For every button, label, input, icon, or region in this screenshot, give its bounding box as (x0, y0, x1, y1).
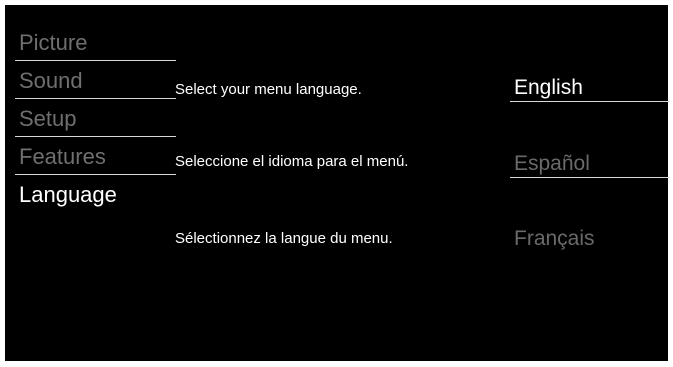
language-option-english[interactable]: English (510, 74, 670, 102)
menu-item-label: Sound (19, 68, 83, 93)
prompt-french: Sélectionnez la langue du menu. (175, 230, 393, 247)
menu-item-features[interactable]: Features (15, 139, 176, 175)
menu-item-label: Features (19, 144, 106, 169)
menu-item-picture[interactable]: Picture (15, 25, 176, 61)
menu-item-label: Setup (19, 106, 77, 131)
language-option-label: Français (514, 227, 595, 250)
language-option-spanish[interactable]: Español (510, 150, 670, 178)
language-option-label: English (514, 76, 583, 99)
prompt-spanish: Seleccione el idioma para el menú. (175, 153, 409, 170)
menu-item-label: Picture (19, 30, 88, 55)
menu-item-sound[interactable]: Sound (15, 63, 176, 99)
prompt-english: Select your menu language. (175, 81, 362, 98)
language-option-label: Español (514, 152, 590, 175)
language-option-french[interactable]: Français (510, 225, 670, 253)
menu-item-setup[interactable]: Setup (15, 101, 176, 137)
tv-menu-screen: Picture Sound Setup Features Language Se… (5, 5, 670, 361)
menu-item-language[interactable]: Language (15, 177, 176, 213)
menu-item-label: Language (19, 182, 117, 207)
